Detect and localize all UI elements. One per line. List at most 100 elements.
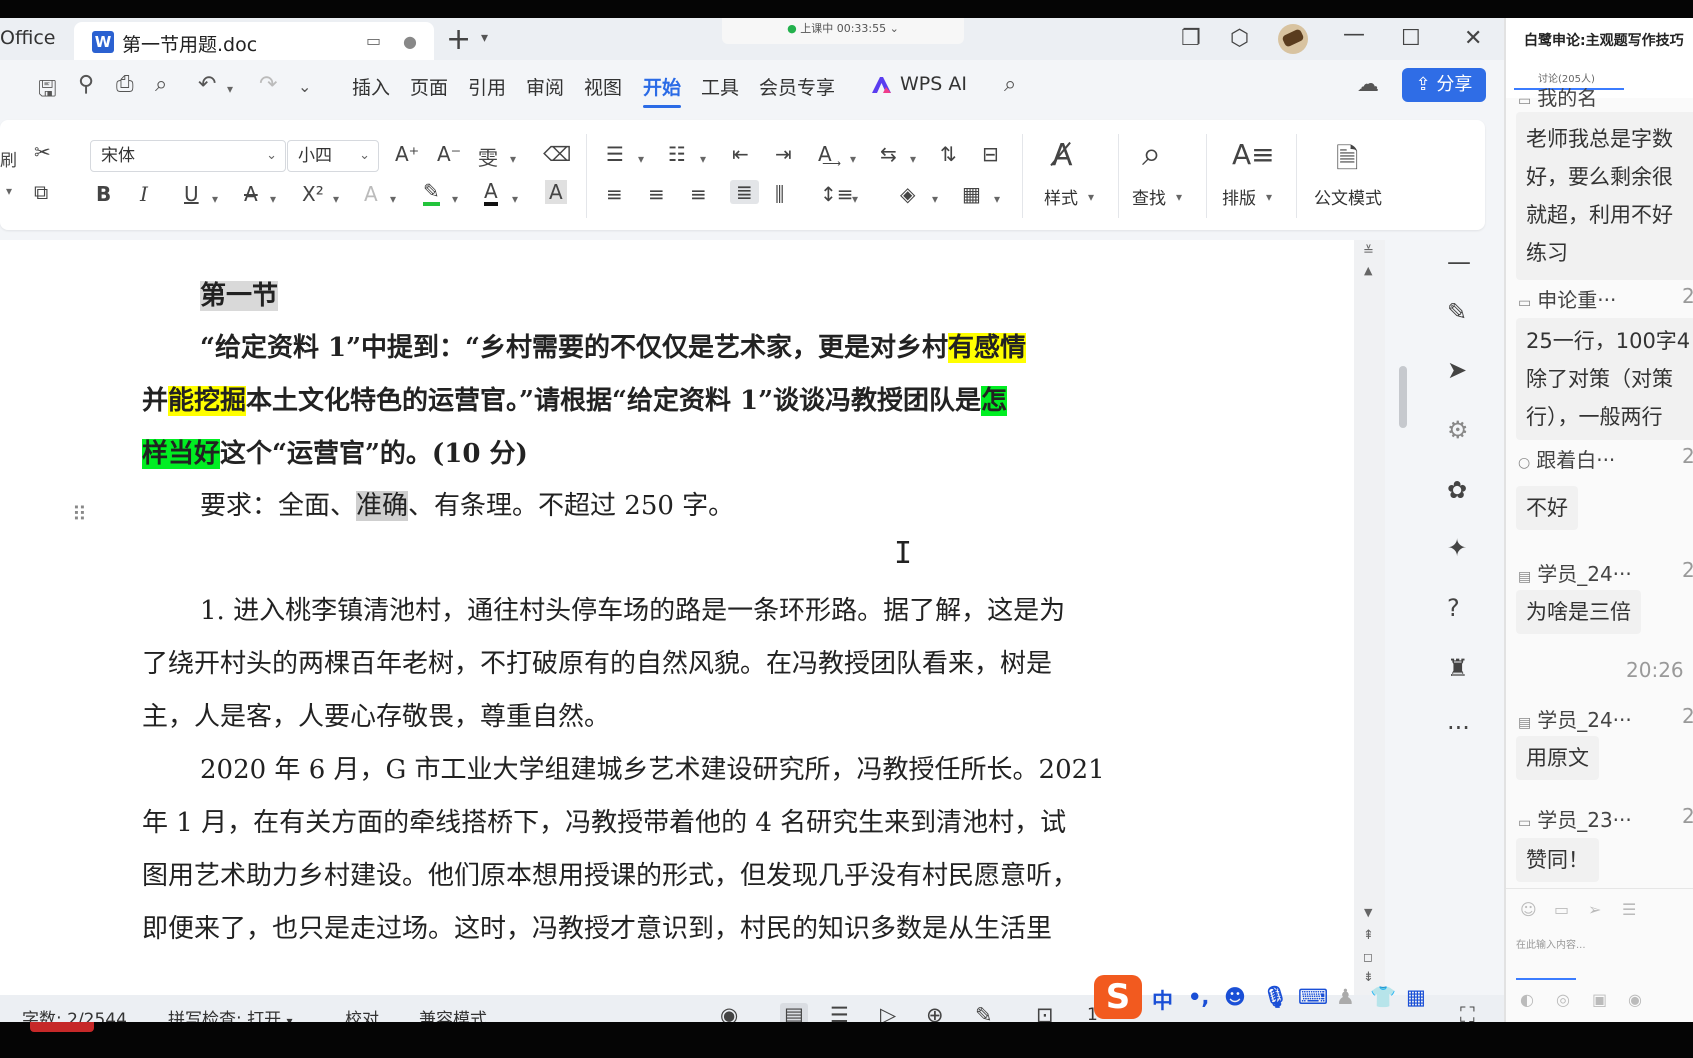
spell-check-status[interactable]: 拼写检查: 打开 ▾ xyxy=(168,1005,293,1022)
format-painter-label[interactable]: 刷 xyxy=(0,146,17,171)
ime-skin-icon[interactable]: 👕 xyxy=(1370,985,1396,1010)
superscript-icon[interactable]: X² xyxy=(302,182,324,206)
highlight-dropdown-icon[interactable]: ▾ xyxy=(452,192,458,206)
browse-object-icon[interactable]: ◻ xyxy=(1363,950,1373,964)
numbered-list-icon[interactable]: ☷ xyxy=(668,142,686,166)
ai-assistant-icon[interactable]: ✿ xyxy=(1447,476,1467,504)
search-icon[interactable]: ⌕ xyxy=(1004,72,1016,97)
share-button[interactable]: ⇪ 分享 xyxy=(1402,68,1486,102)
text-effect-icon[interactable]: A xyxy=(364,182,378,206)
chat-emoji-icon[interactable]: ☺ xyxy=(1520,900,1537,919)
minimize-icon[interactable]: — xyxy=(1343,22,1365,47)
menu-review[interactable]: 审阅 xyxy=(526,73,564,100)
menu-tools[interactable]: 工具 xyxy=(701,73,739,100)
underline-dropdown-icon[interactable]: ▾ xyxy=(212,192,218,206)
ime-apps-icon[interactable]: ▦ xyxy=(1406,985,1426,1009)
justify-icon[interactable]: ≣ xyxy=(730,180,759,204)
swap-dropdown-icon[interactable]: ▾ xyxy=(910,152,916,166)
font-color-dropdown-icon[interactable]: ▾ xyxy=(512,192,518,206)
chat-send-icon[interactable]: ➢ xyxy=(1588,900,1601,919)
tab-list-chevron-icon[interactable]: ▾ xyxy=(481,30,488,46)
strike-dropdown-icon[interactable]: ▾ xyxy=(270,192,276,206)
more-icon[interactable]: ··· xyxy=(1447,714,1470,742)
outline-view-icon[interactable]: ☰ xyxy=(830,1003,849,1022)
chat-input[interactable]: 在此输入内容... xyxy=(1516,936,1586,951)
increase-indent-icon[interactable]: ⇥ xyxy=(775,142,792,166)
eye-protection-icon[interactable]: ◉ xyxy=(720,1003,738,1022)
new-tab-button[interactable]: + xyxy=(446,22,471,57)
menu-insert[interactable]: 插入 xyxy=(352,73,390,100)
paragraph-drag-handle-icon[interactable]: ⠿ xyxy=(72,502,87,526)
official-doc-mode-button[interactable]: 🗎 公文模式 xyxy=(1310,134,1392,218)
menu-wps-ai[interactable]: WPS AI xyxy=(900,73,967,95)
cut-icon[interactable]: ✂ xyxy=(34,140,51,164)
export-pdf-icon[interactable]: ⚲ xyxy=(78,72,94,97)
document-page[interactable]: 第一节 “给定资料 1”中提到：“乡村需要的不仅仅是艺术家，更是对乡村有感情 并… xyxy=(0,240,1354,995)
line-spacing-icon[interactable]: ↕≡ xyxy=(820,182,854,206)
fullscreen-icon[interactable]: ⛶ xyxy=(1460,1003,1475,1022)
menu-home[interactable]: 开始 xyxy=(643,73,682,108)
ime-keyboard-icon[interactable]: ⌨ xyxy=(1298,985,1328,1009)
chat-list-icon[interactable]: ☰ xyxy=(1622,900,1636,919)
redo-icon[interactable]: ↷ xyxy=(259,72,277,97)
user-avatar[interactable] xyxy=(1278,24,1308,54)
sort-icon[interactable]: ⇅ xyxy=(940,142,957,166)
line-spacing-swap-icon[interactable]: ⇆ xyxy=(880,142,897,166)
text-direction-dropdown-icon[interactable]: ▾ xyxy=(850,152,856,166)
styles-button[interactable]: A̸ 样式 ▾ xyxy=(1038,134,1100,218)
underline-icon[interactable]: U xyxy=(184,182,199,206)
pen-icon[interactable]: ✎ xyxy=(1447,298,1467,326)
quick-access-chevron-icon[interactable]: ⌄ xyxy=(298,77,311,96)
align-center-icon[interactable]: ≡ xyxy=(648,182,665,206)
document-tab[interactable]: W 第一节用题.doc ▭ ● xyxy=(74,22,434,60)
help-icon[interactable]: ? xyxy=(1447,594,1460,622)
ime-emoji-icon[interactable]: ☻ xyxy=(1224,985,1246,1009)
bullet-dropdown-icon[interactable]: ▾ xyxy=(638,152,644,166)
chat-image-icon[interactable]: ▭ xyxy=(1554,900,1569,919)
write-mode-icon[interactable]: ✎ xyxy=(975,1003,993,1022)
save-icon[interactable]: 🖫 xyxy=(38,72,57,110)
ime-punctuation-toggle[interactable]: •, xyxy=(1188,985,1209,1009)
scroll-up-icon[interactable]: ▲ xyxy=(1364,264,1372,277)
page-view-icon[interactable]: ▤ xyxy=(780,1003,808,1022)
undo-icon[interactable]: ↶ xyxy=(198,72,216,97)
menu-member[interactable]: 会员专享 xyxy=(759,73,835,100)
word-count[interactable]: 字数: 2/2544 xyxy=(22,1005,127,1022)
distributed-align-icon[interactable]: ⫼ xyxy=(775,182,784,206)
shading-icon[interactable]: ◈ xyxy=(900,182,915,206)
numbered-dropdown-icon[interactable]: ▾ xyxy=(700,152,706,166)
italic-icon[interactable]: I xyxy=(140,182,148,206)
collapse-panel-icon[interactable]: — xyxy=(1447,248,1471,276)
decrease-indent-icon[interactable]: ⇤ xyxy=(732,142,749,166)
chat-volume-icon[interactable]: ◐ xyxy=(1520,990,1534,1009)
shading-dropdown-icon[interactable]: ▾ xyxy=(932,192,938,206)
menu-view[interactable]: 视图 xyxy=(584,73,622,100)
next-page-icon[interactable]: ⇟ xyxy=(1363,970,1374,985)
font-size-select[interactable]: 小四 ⌄ xyxy=(287,140,379,172)
close-window-icon[interactable]: ✕ xyxy=(1464,26,1482,51)
bullet-list-icon[interactable]: ☰ xyxy=(606,142,624,166)
align-right-icon[interactable]: ≡ xyxy=(690,182,707,206)
chat-settings-icon[interactable]: ◉ xyxy=(1628,990,1642,1009)
text-effect-dropdown-icon[interactable]: ▾ xyxy=(390,192,396,206)
layout-button[interactable]: A≡ 排版 ▾ xyxy=(1220,134,1282,218)
scroll-top-icon[interactable]: ≚ xyxy=(1363,244,1374,259)
line-spacing-dropdown-icon[interactable]: ▾ xyxy=(852,192,858,206)
adjust-settings-icon[interactable]: ⚙ xyxy=(1447,416,1469,444)
find-button[interactable]: ⌕ 查找 ▾ xyxy=(1130,134,1192,218)
font-name-select[interactable]: 宋体 ⌄ xyxy=(90,140,286,172)
font-color-icon[interactable]: A xyxy=(484,180,498,206)
strikethrough-icon[interactable]: A xyxy=(244,182,258,206)
proofread-button[interactable]: 校对 xyxy=(345,1005,379,1022)
print-preview-icon[interactable]: ⌕ xyxy=(155,72,167,97)
recording-chevron-icon[interactable]: ⌄ xyxy=(886,22,899,35)
print-icon[interactable]: ⎙ xyxy=(116,72,134,97)
highlight-color-icon[interactable]: ✎ xyxy=(423,180,440,206)
superscript-dropdown-icon[interactable]: ▾ xyxy=(333,192,339,206)
prev-page-icon[interactable]: ⇞ xyxy=(1363,928,1374,943)
unsaved-dot-icon[interactable]: ● xyxy=(403,32,417,51)
web-view-icon[interactable]: ⊕ xyxy=(926,1003,944,1022)
phonetic-dropdown-icon[interactable]: ▾ xyxy=(510,152,516,166)
ime-user-icon[interactable]: ♟ xyxy=(1336,985,1355,1009)
show-marks-icon[interactable]: ⊟ xyxy=(982,142,999,166)
